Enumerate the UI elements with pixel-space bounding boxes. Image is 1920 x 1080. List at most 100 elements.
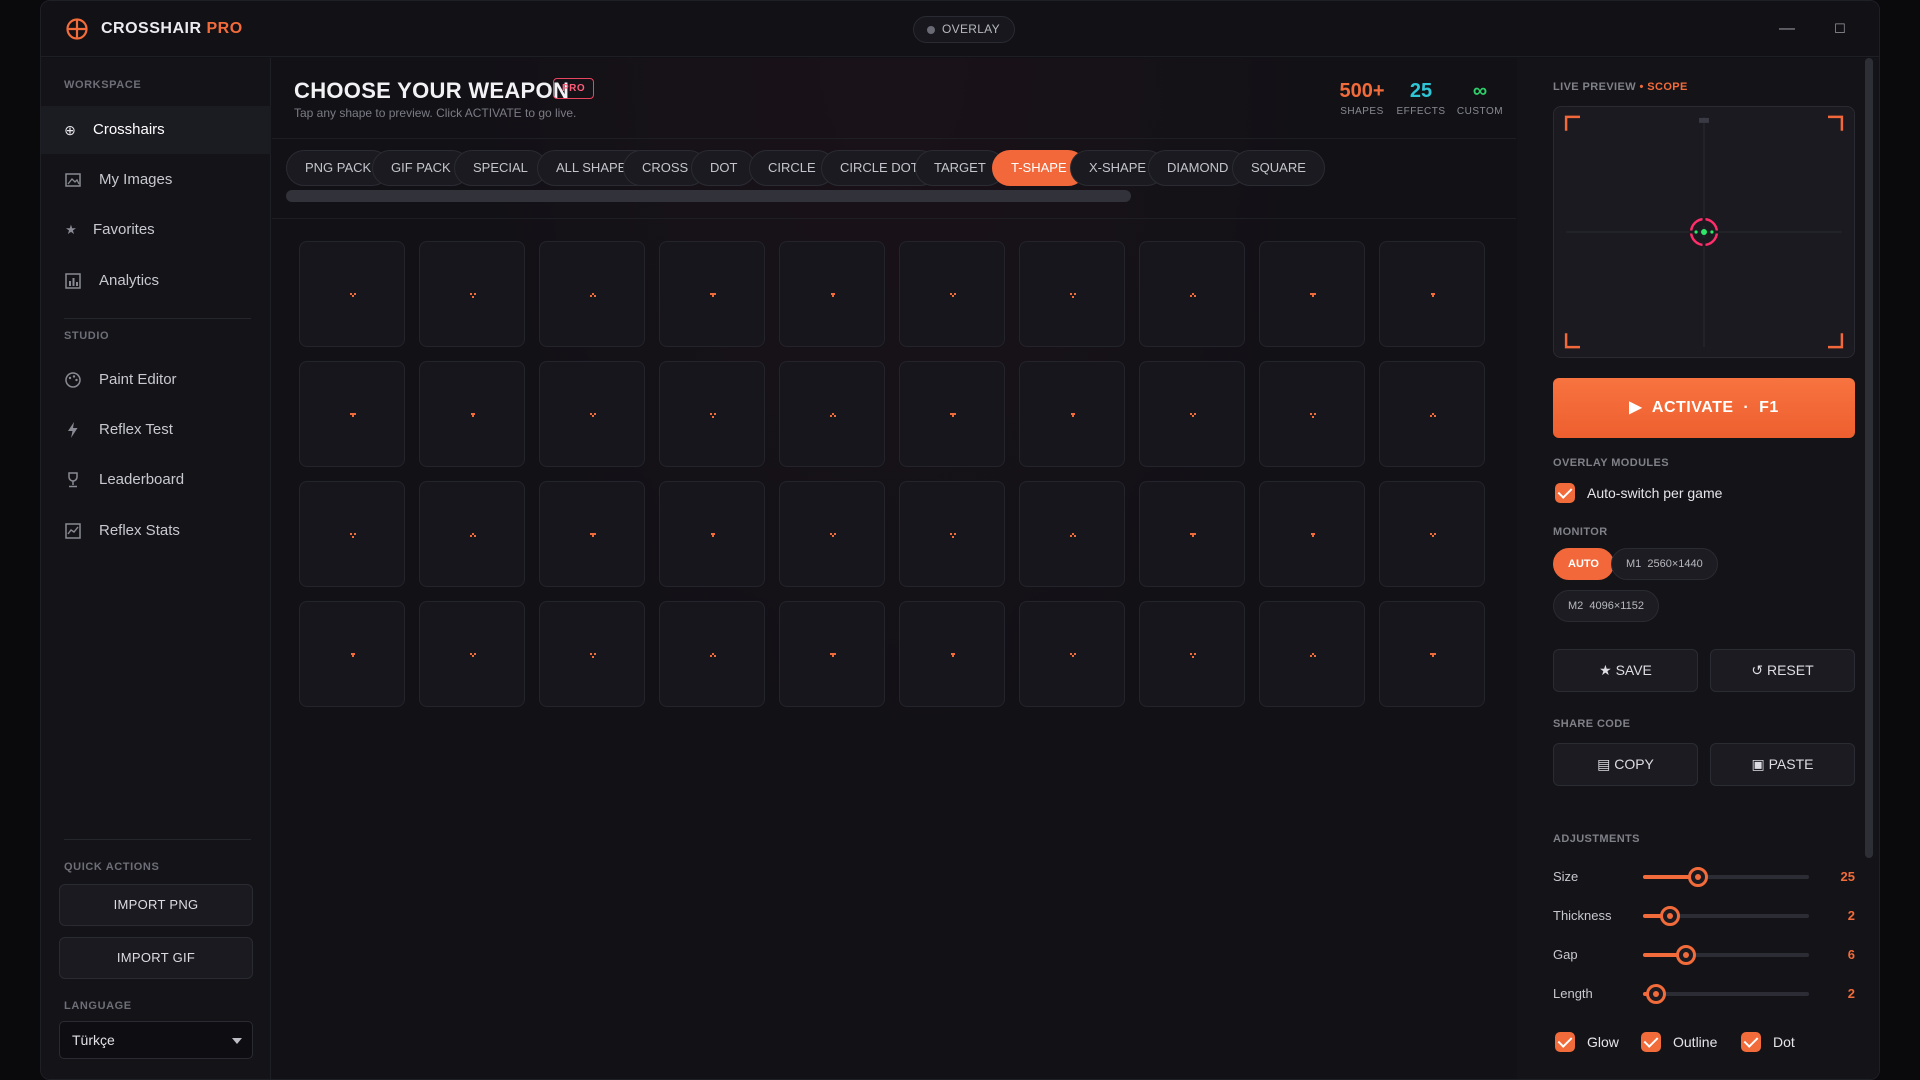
sidebar-item-favorites[interactable]: ★ Favorites xyxy=(41,206,271,254)
sidebar-item-paint-editor[interactable]: Paint Editor xyxy=(41,356,271,404)
activate-button[interactable]: ▶ ACTIVATE · F1 xyxy=(1553,378,1855,438)
shape-cell[interactable] xyxy=(1139,241,1245,347)
adjustment-slider[interactable] xyxy=(1643,984,1809,1004)
shape-cell[interactable] xyxy=(299,361,405,467)
t-shape-icon xyxy=(590,293,596,297)
stat-value: 500+ xyxy=(1339,80,1385,102)
shape-cell[interactable] xyxy=(419,601,525,707)
shape-cell[interactable] xyxy=(1019,601,1125,707)
outline-checkbox[interactable] xyxy=(1641,1032,1661,1052)
pro-badge: PRO xyxy=(553,78,595,99)
t-shape-icon xyxy=(1190,413,1196,417)
right-panel-scrollbar[interactable] xyxy=(1865,58,1873,858)
maximize-button[interactable]: ☐ xyxy=(1826,15,1854,43)
shape-cell[interactable] xyxy=(899,601,1005,707)
bolt-icon xyxy=(68,422,78,438)
t-shape-icon xyxy=(590,653,596,658)
shape-cell[interactable] xyxy=(899,361,1005,467)
shape-cell[interactable] xyxy=(779,241,885,347)
shape-cell[interactable] xyxy=(779,361,885,467)
shape-cell[interactable] xyxy=(779,601,885,707)
shape-cell[interactable] xyxy=(419,361,525,467)
shape-cell[interactable] xyxy=(1139,601,1245,707)
shape-cell[interactable] xyxy=(1139,481,1245,587)
shape-cell[interactable] xyxy=(419,241,525,347)
shape-cell[interactable] xyxy=(299,241,405,347)
shape-cell[interactable] xyxy=(1379,241,1485,347)
shape-cell[interactable] xyxy=(299,601,405,707)
reset-button[interactable]: ↺ RESET xyxy=(1710,649,1855,692)
shape-cell[interactable] xyxy=(299,481,405,587)
auto-switch-checkbox[interactable] xyxy=(1555,483,1575,503)
stat-custom: ∞ CUSTOM xyxy=(1454,80,1506,117)
import-gif-button[interactable]: IMPORT GIF xyxy=(59,937,253,979)
t-shape-icon xyxy=(950,533,956,538)
t-shape-icon xyxy=(470,293,476,298)
shape-cell[interactable] xyxy=(419,481,525,587)
slider-knob[interactable] xyxy=(1646,984,1667,1004)
t-shape-icon xyxy=(710,533,716,537)
adjustment-slider[interactable] xyxy=(1643,945,1809,965)
t-shape-icon xyxy=(470,533,476,537)
shape-cell[interactable] xyxy=(1019,481,1125,587)
shape-cell[interactable] xyxy=(1259,481,1365,587)
sidebar-item-label: Paint Editor xyxy=(99,371,177,388)
close-button[interactable]: ✕ xyxy=(1879,15,1880,43)
slider-knob[interactable] xyxy=(1676,945,1697,965)
monitor-m1[interactable]: M1 2560×1440 xyxy=(1611,548,1718,580)
sidebar-item-analytics[interactable]: Analytics xyxy=(41,257,271,305)
glow-checkbox[interactable] xyxy=(1555,1032,1575,1052)
shape-cell[interactable] xyxy=(899,241,1005,347)
shape-cell[interactable] xyxy=(899,481,1005,587)
language-select[interactable]: Türkçe xyxy=(59,1021,253,1059)
t-shape-icon xyxy=(950,653,956,657)
tab-square[interactable]: SQUARE xyxy=(1232,150,1325,186)
shape-cell[interactable] xyxy=(1139,361,1245,467)
paste-button[interactable]: ▣ PASTE xyxy=(1710,743,1855,786)
shape-cell[interactable] xyxy=(1019,241,1125,347)
tabs-scrollbar[interactable] xyxy=(286,190,1131,202)
sidebar-item-crosshairs[interactable]: ⊕ Crosshairs xyxy=(41,106,271,154)
slider-knob[interactable] xyxy=(1687,867,1708,887)
shape-cell[interactable] xyxy=(659,481,765,587)
adjustment-slider[interactable] xyxy=(1643,867,1809,887)
sidebar-item-reflex-stats[interactable]: Reflex Stats xyxy=(41,507,271,555)
palette-icon xyxy=(65,372,81,388)
sidebar-item-leaderboard[interactable]: Leaderboard xyxy=(41,456,271,504)
sidebar-item-reflex-test[interactable]: Reflex Test xyxy=(41,406,271,454)
shape-cell[interactable] xyxy=(1259,601,1365,707)
copy-button[interactable]: ▤ COPY xyxy=(1553,743,1698,786)
shape-cell[interactable] xyxy=(1019,361,1125,467)
crosshair-preview xyxy=(1689,217,1719,247)
t-shape-icon xyxy=(830,413,836,417)
overlay-toggle[interactable]: OVERLAY xyxy=(913,16,1015,43)
import-png-button[interactable]: IMPORT PNG xyxy=(59,884,253,926)
monitor-auto[interactable]: AUTO xyxy=(1553,548,1614,580)
sidebar-item-my-images[interactable]: My Images xyxy=(41,156,271,204)
shape-cell[interactable] xyxy=(1379,601,1485,707)
shape-cell[interactable] xyxy=(539,241,645,347)
shape-cell[interactable] xyxy=(1259,361,1365,467)
slider-knob[interactable] xyxy=(1659,906,1680,926)
t-shape-icon xyxy=(950,413,956,417)
page-subtitle: Tap any shape to preview. Click ACTIVATE… xyxy=(294,106,577,120)
shape-cell[interactable] xyxy=(539,361,645,467)
dot-checkbox[interactable] xyxy=(1741,1032,1761,1052)
adjustment-slider[interactable] xyxy=(1643,906,1809,926)
tab-dot[interactable]: DOT xyxy=(691,150,757,186)
shape-cell[interactable] xyxy=(1379,361,1485,467)
shape-cell[interactable] xyxy=(1379,481,1485,587)
minimize-button[interactable]: — xyxy=(1773,15,1801,43)
crosshair-logo-icon xyxy=(66,18,88,40)
shape-cell[interactable] xyxy=(779,481,885,587)
save-button[interactable]: ★ SAVE xyxy=(1553,649,1698,692)
shape-cell[interactable] xyxy=(1259,241,1365,347)
shape-cell[interactable] xyxy=(659,241,765,347)
tab-special[interactable]: SPECIAL xyxy=(454,150,547,186)
monitor-m2[interactable]: M2 4096×1152 xyxy=(1553,590,1659,622)
shape-cell[interactable] xyxy=(539,481,645,587)
t-shape-icon xyxy=(1310,293,1316,297)
shape-cell[interactable] xyxy=(659,361,765,467)
shape-cell[interactable] xyxy=(659,601,765,707)
shape-cell[interactable] xyxy=(539,601,645,707)
